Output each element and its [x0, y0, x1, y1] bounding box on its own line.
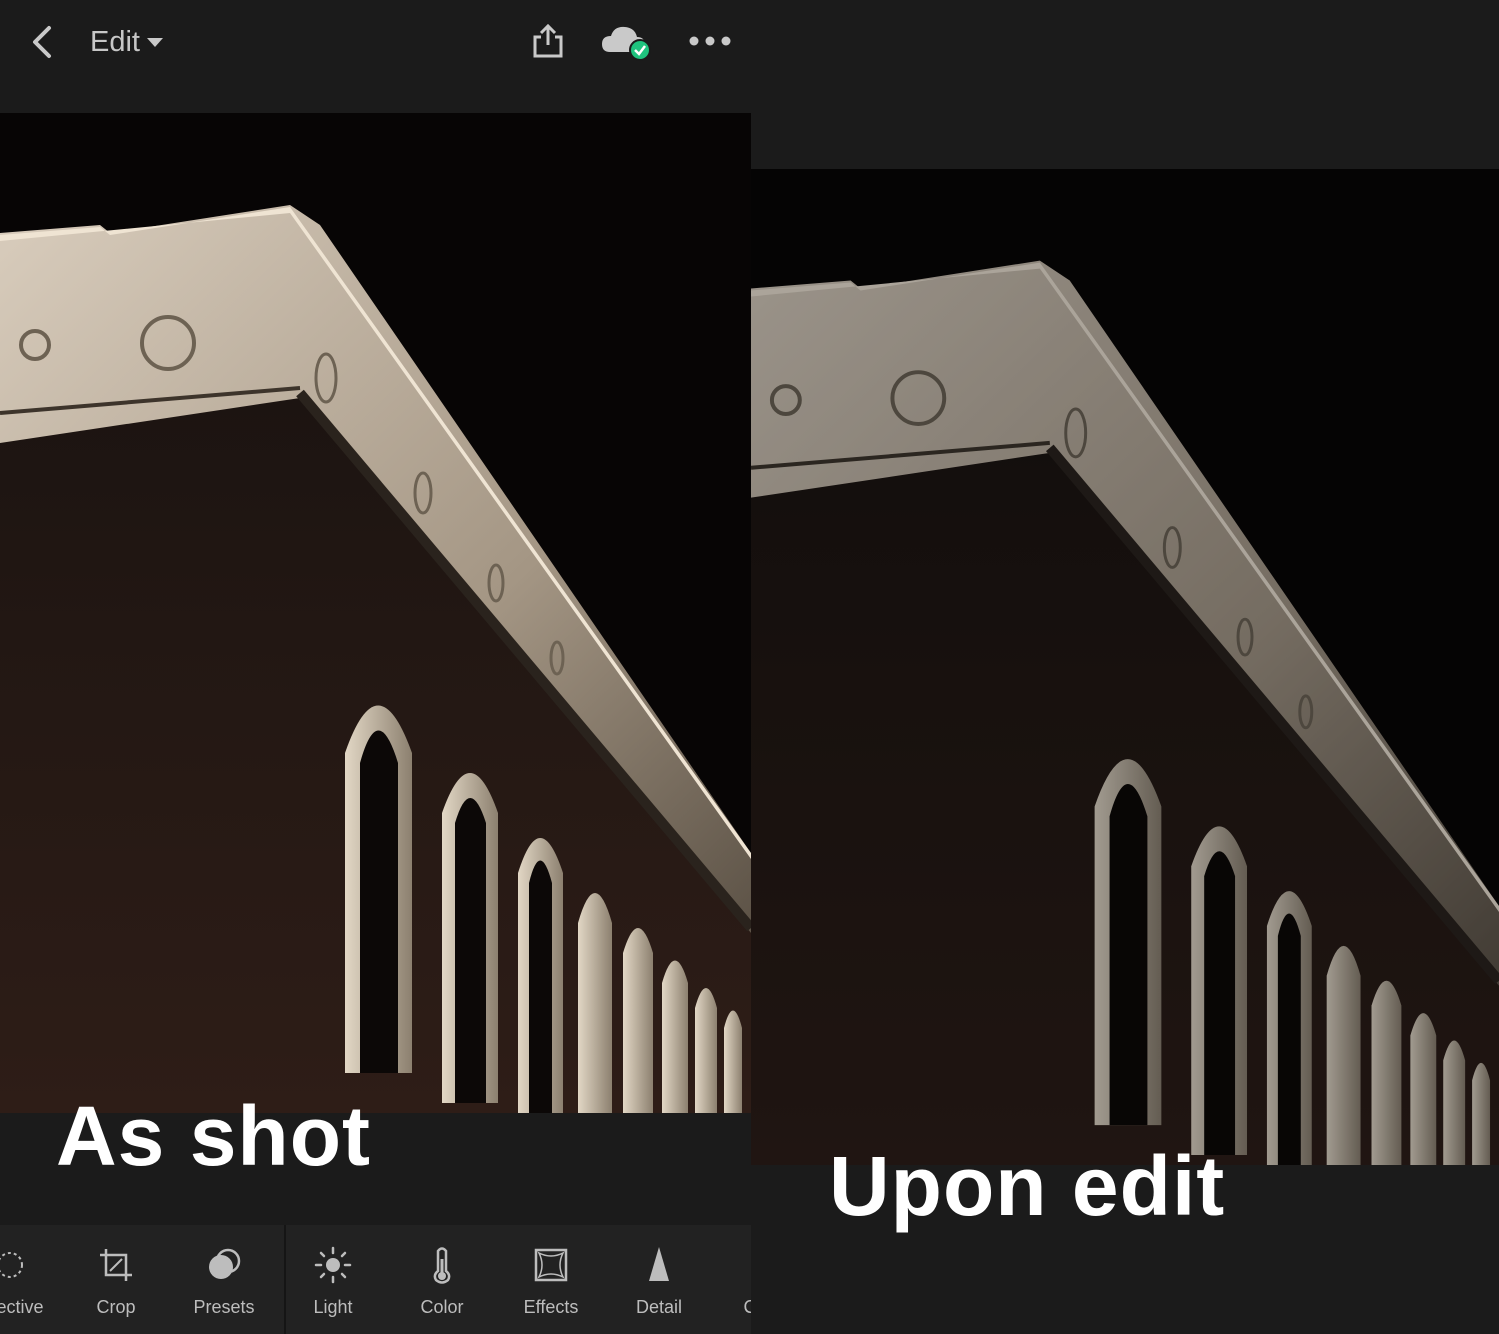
- tool-label: Crop: [96, 1297, 136, 1317]
- back-button[interactable]: [22, 22, 62, 62]
- tool-label: Light: [313, 1297, 353, 1317]
- photo-as-shot: [0, 113, 751, 1113]
- edit-toolbar: ective Crop Presets Light Color Effects …: [0, 1225, 751, 1334]
- photo-upon-edit: [751, 167, 1499, 1167]
- edit-mode-label: Edit: [90, 25, 140, 58]
- cloud-sync-button[interactable]: [600, 22, 654, 62]
- share-button[interactable]: [527, 20, 569, 62]
- caption-upon-edit: Upon edit: [829, 1139, 1226, 1233]
- color-icon: [422, 1245, 462, 1285]
- light-icon: [313, 1245, 353, 1285]
- tool-label: Detail: [635, 1297, 683, 1317]
- tool-color[interactable]: Color: [402, 1225, 482, 1334]
- chevron-left-icon: [33, 26, 51, 58]
- detail-icon: [639, 1245, 679, 1285]
- edit-mode-dropdown[interactable]: Edit: [90, 20, 164, 64]
- cloud-synced-icon: [602, 26, 651, 61]
- share-icon: [533, 23, 563, 58]
- crop-icon: [96, 1245, 136, 1285]
- selective-icon: [0, 1245, 40, 1285]
- caption-as-shot: As shot: [56, 1089, 372, 1183]
- toolbar-divider: [284, 1225, 286, 1334]
- tool-label: ective: [0, 1297, 44, 1317]
- tool-next-partial[interactable]: C: [740, 1225, 752, 1334]
- tool-light[interactable]: Light: [293, 1225, 373, 1334]
- tool-presets[interactable]: Presets: [184, 1225, 264, 1334]
- as-shot-panel: Edit As shot ective Crop Presets Light C…: [0, 0, 751, 1334]
- upon-edit-panel: Upon edit: [751, 0, 1499, 1334]
- tool-effects[interactable]: Effects: [511, 1225, 591, 1334]
- tool-detail[interactable]: Detail: [619, 1225, 699, 1334]
- more-options-button[interactable]: [686, 26, 734, 56]
- tool-label: Color: [420, 1297, 464, 1317]
- tool-label: C: [743, 1297, 752, 1317]
- tool-crop[interactable]: Crop: [76, 1225, 156, 1334]
- top-bar: Edit: [0, 0, 751, 112]
- tool-selective[interactable]: ective: [0, 1225, 60, 1334]
- tool-label: Presets: [193, 1297, 255, 1317]
- caret-down-icon: [146, 38, 163, 47]
- more-dots-icon: [689, 36, 731, 46]
- effects-icon: [531, 1245, 571, 1285]
- tool-label: Effects: [523, 1297, 579, 1317]
- presets-icon: [204, 1245, 244, 1285]
